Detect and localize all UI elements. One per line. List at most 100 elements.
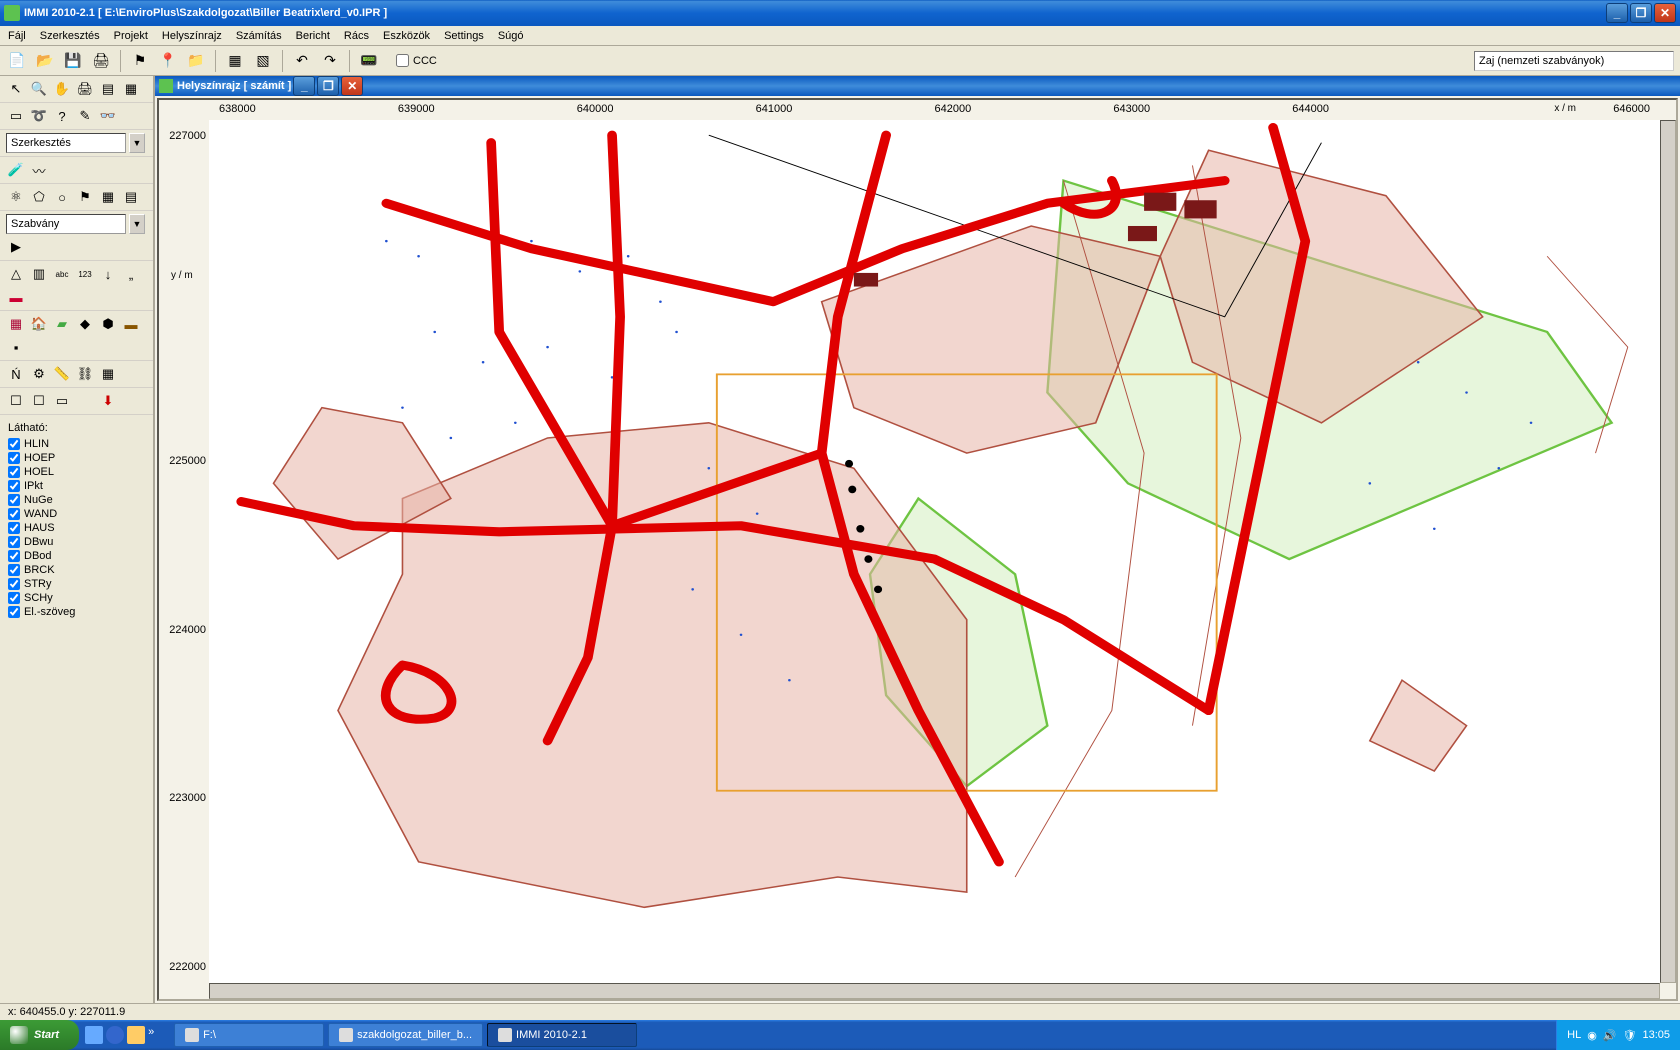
grid-icon[interactable]: ▦ bbox=[224, 50, 246, 72]
ql-desktop-icon[interactable] bbox=[85, 1026, 103, 1044]
pin-icon[interactable]: 📍 bbox=[157, 50, 179, 72]
nodes-icon[interactable]: ⚛ bbox=[6, 187, 26, 207]
help-icon[interactable]: ? bbox=[52, 106, 72, 126]
new-icon[interactable]: 📄 bbox=[6, 50, 28, 72]
gear-icon[interactable]: ⚙ bbox=[29, 364, 49, 384]
num-icon[interactable]: 123 bbox=[75, 264, 95, 284]
bars-icon[interactable]: ▥ bbox=[29, 264, 49, 284]
layer-row-HLIN[interactable]: HLIN bbox=[8, 437, 145, 451]
layer-check-HOEP[interactable] bbox=[8, 452, 20, 464]
layer-row-HAUS[interactable]: HAUS bbox=[8, 521, 145, 535]
abc-icon[interactable]: abc bbox=[52, 264, 72, 284]
print2-icon[interactable]: 🖨 bbox=[75, 79, 95, 99]
circle-icon[interactable]: ○ bbox=[52, 187, 72, 207]
layer-row-DBod[interactable]: DBod bbox=[8, 549, 145, 563]
menu-sugo[interactable]: Súgó bbox=[496, 28, 526, 44]
menu-racs[interactable]: Rács bbox=[342, 28, 371, 44]
mode-select[interactable]: Zaj (nemzeti szabványok) bbox=[1474, 51, 1674, 71]
link-icon[interactable]: ⛓ bbox=[75, 364, 95, 384]
tool4-icon[interactable]: ◆ bbox=[75, 314, 95, 334]
tool5-icon[interactable]: ⬢ bbox=[98, 314, 118, 334]
arrow-icon[interactable]: ↓ bbox=[98, 264, 118, 284]
layer-row-WAND[interactable]: WAND bbox=[8, 507, 145, 521]
tool7-icon[interactable]: ▪ bbox=[6, 337, 26, 357]
undo-icon[interactable]: ↶ bbox=[291, 50, 313, 72]
menu-settings[interactable]: Settings bbox=[442, 28, 486, 44]
layer-check-HAUS[interactable] bbox=[8, 522, 20, 534]
layer-check-DBwu[interactable] bbox=[8, 536, 20, 548]
zoom-icon[interactable]: 🔍 bbox=[29, 79, 49, 99]
layer-check-HLIN[interactable] bbox=[8, 438, 20, 450]
layer-check-IPkt[interactable] bbox=[8, 480, 20, 492]
layer-check-SCHy[interactable] bbox=[8, 592, 20, 604]
szabv-arrow[interactable]: ▼ bbox=[129, 214, 145, 234]
layer-row-NuGe[interactable]: NuGe bbox=[8, 493, 145, 507]
szerk-arrow[interactable]: ▼ bbox=[129, 133, 145, 153]
leaf-icon[interactable]: ▰ bbox=[52, 314, 72, 334]
layer-check-BRCK[interactable] bbox=[8, 564, 20, 576]
minimize-button[interactable]: _ bbox=[1606, 3, 1628, 23]
system-tray[interactable]: HL ◉ 🔊 🛡 13:05 bbox=[1556, 1020, 1680, 1050]
lang-indicator[interactable]: HL bbox=[1567, 1029, 1581, 1041]
szabv-combo[interactable]: Szabvány bbox=[6, 214, 126, 234]
layout2-icon[interactable]: ▦ bbox=[121, 79, 141, 99]
horizontal-scrollbar[interactable] bbox=[209, 983, 1660, 999]
layer-row-HOEL[interactable]: HOEL bbox=[8, 465, 145, 479]
select-icon[interactable]: ▭ bbox=[6, 106, 26, 126]
layer-row-BRCK[interactable]: BRCK bbox=[8, 563, 145, 577]
maximize-button[interactable]: ❐ bbox=[1630, 3, 1652, 23]
ccc-toggle[interactable]: CCC bbox=[396, 54, 437, 67]
layer-check-WAND[interactable] bbox=[8, 508, 20, 520]
taskbar-task[interactable]: F:\ bbox=[174, 1023, 324, 1047]
play-icon[interactable]: ▶ bbox=[6, 237, 26, 257]
layer-check-STRy[interactable] bbox=[8, 578, 20, 590]
glasses-icon[interactable]: 👓 bbox=[98, 106, 118, 126]
taskbar-task[interactable]: IMMI 2010-2.1 bbox=[487, 1023, 637, 1047]
vertical-scrollbar[interactable] bbox=[1660, 120, 1676, 983]
layer-row-IPkt[interactable]: IPkt bbox=[8, 479, 145, 493]
layer-row-DBwu[interactable]: DBwu bbox=[8, 535, 145, 549]
tray-shield-icon[interactable]: 🛡 bbox=[1623, 1029, 1637, 1042]
menu-eszkozok[interactable]: Eszközök bbox=[381, 28, 432, 44]
save-icon[interactable]: 💾 bbox=[62, 50, 84, 72]
map-canvas[interactable] bbox=[209, 120, 1660, 983]
house-icon[interactable]: 🏠 bbox=[29, 314, 49, 334]
map-viewport[interactable]: 6380006390006400006410006420006430006440… bbox=[157, 98, 1678, 1001]
down-arrow-icon[interactable]: ⬇ bbox=[98, 391, 118, 411]
grid3-icon[interactable]: ▦ bbox=[98, 364, 118, 384]
menu-projekt[interactable]: Projekt bbox=[112, 28, 150, 44]
menu-helyszinrajz[interactable]: Helyszínrajz bbox=[160, 28, 224, 44]
ccc-checkbox[interactable] bbox=[396, 54, 409, 67]
line-icon[interactable]: 〰 bbox=[29, 160, 49, 180]
ql-more-icon[interactable]: » bbox=[148, 1026, 166, 1044]
map-maximize[interactable]: ❐ bbox=[317, 76, 339, 96]
tool6-icon[interactable]: ▬ bbox=[121, 314, 141, 334]
chk1-icon[interactable]: ☐ bbox=[6, 391, 26, 411]
layer-check-HOEL[interactable] bbox=[8, 466, 20, 478]
folder-icon[interactable]: 📁 bbox=[185, 50, 207, 72]
tray-vol-icon[interactable]: 🔊 bbox=[1603, 1029, 1617, 1042]
layer-row-STRy[interactable]: STRy bbox=[8, 577, 145, 591]
quote-icon[interactable]: „ bbox=[121, 264, 141, 284]
ruler-icon[interactable]: 📏 bbox=[52, 364, 72, 384]
bottle-icon[interactable]: 🧪 bbox=[6, 160, 26, 180]
fill-icon[interactable]: ▬ bbox=[6, 287, 26, 307]
layer-check-DBod[interactable] bbox=[8, 550, 20, 562]
tray-net-icon[interactable]: ◉ bbox=[1587, 1029, 1597, 1042]
map-close[interactable]: ✕ bbox=[341, 76, 363, 96]
layout-icon[interactable]: ▤ bbox=[98, 79, 118, 99]
szerk-combo[interactable]: Szerkesztés bbox=[6, 133, 126, 153]
chk2-icon[interactable]: ☐ bbox=[29, 391, 49, 411]
menu-szerkesztes[interactable]: Szerkesztés bbox=[38, 28, 102, 44]
start-button[interactable]: Start bbox=[0, 1020, 79, 1050]
menu-szamitas[interactable]: Számítás bbox=[234, 28, 284, 44]
tri-icon[interactable]: △ bbox=[6, 264, 26, 284]
map-minimize[interactable]: _ bbox=[293, 76, 315, 96]
grid2-icon[interactable]: ▧ bbox=[252, 50, 274, 72]
layer-row-HOEP[interactable]: HOEP bbox=[8, 451, 145, 465]
layer-row-SCHy[interactable]: SCHy bbox=[8, 591, 145, 605]
ql-explorer-icon[interactable] bbox=[127, 1026, 145, 1044]
poly-icon[interactable]: ⬠ bbox=[29, 187, 49, 207]
pan-icon[interactable]: ✋ bbox=[52, 79, 72, 99]
lasso-icon[interactable]: ➰ bbox=[29, 106, 49, 126]
